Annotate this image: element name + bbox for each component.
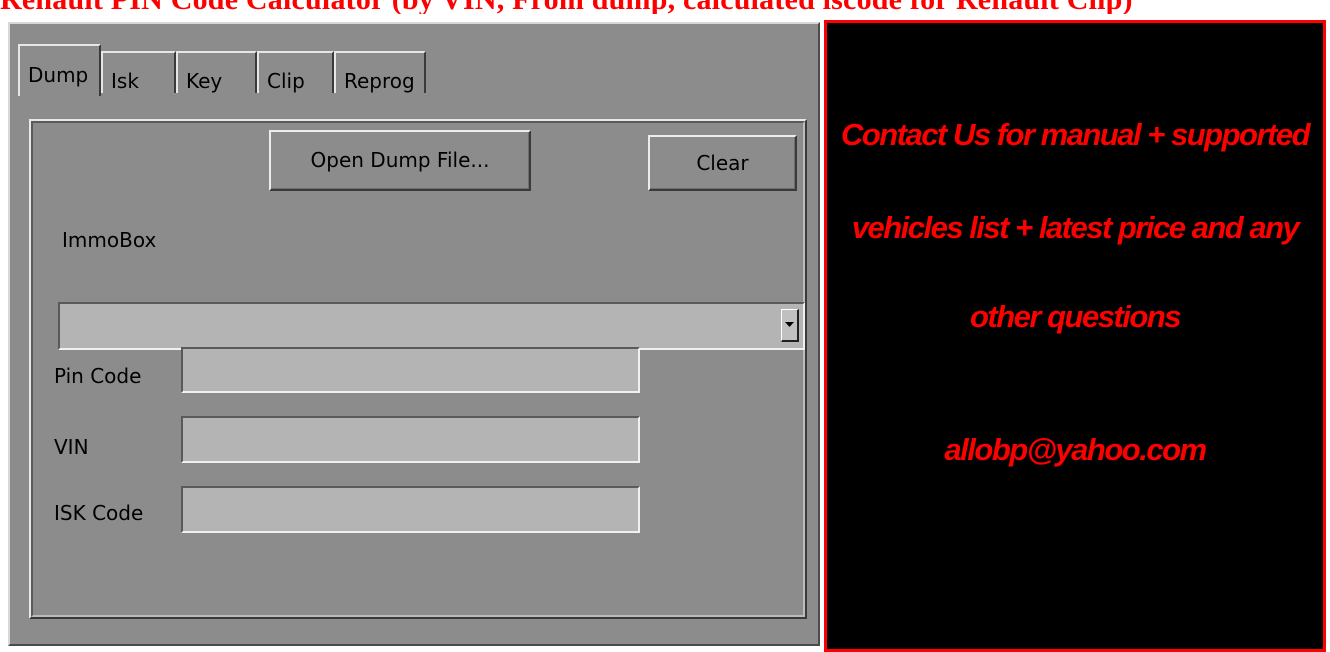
chevron-down-icon: [785, 322, 794, 327]
contact-line-2: vehicles list + latest price and any: [851, 210, 1300, 245]
isk-code-field[interactable]: [181, 486, 640, 533]
tab-reprog[interactable]: Reprog: [334, 51, 426, 93]
calculator-window: Dump Isk Key Clip Reprog Open Dump File.…: [8, 22, 820, 646]
page-title-banner: Renault PIN Code Calculator (by VIN, Fro…: [0, 0, 1330, 14]
pin-code-field[interactable]: [181, 347, 640, 393]
pin-code-label: Pin Code: [54, 364, 142, 388]
tab-dump[interactable]: Dump: [18, 44, 101, 96]
page-title: Renault PIN Code Calculator (by VIN, Fro…: [0, 0, 1133, 14]
tab-key[interactable]: Key: [176, 51, 257, 93]
contact-line-3: other questions: [969, 299, 1182, 334]
contact-banner: Contact Us for manual + supported vehicl…: [824, 20, 1326, 652]
isk-code-label: ISK Code: [54, 501, 144, 525]
vin-field[interactable]: [181, 416, 640, 463]
dropdown-arrow-button[interactable]: [781, 309, 799, 342]
immobox-select[interactable]: [58, 302, 805, 350]
immobox-label: ImmoBox: [62, 228, 157, 252]
tab-clip[interactable]: Clip: [257, 51, 334, 93]
tab-isk[interactable]: Isk: [101, 51, 176, 93]
clear-button[interactable]: Clear: [648, 135, 797, 191]
contact-email[interactable]: allobp@yahoo.com: [827, 432, 1323, 468]
open-dump-file-button[interactable]: Open Dump File...: [269, 130, 531, 191]
vin-label: VIN: [54, 435, 89, 459]
contact-line-1: Contact Us for manual + supported: [840, 117, 1311, 152]
